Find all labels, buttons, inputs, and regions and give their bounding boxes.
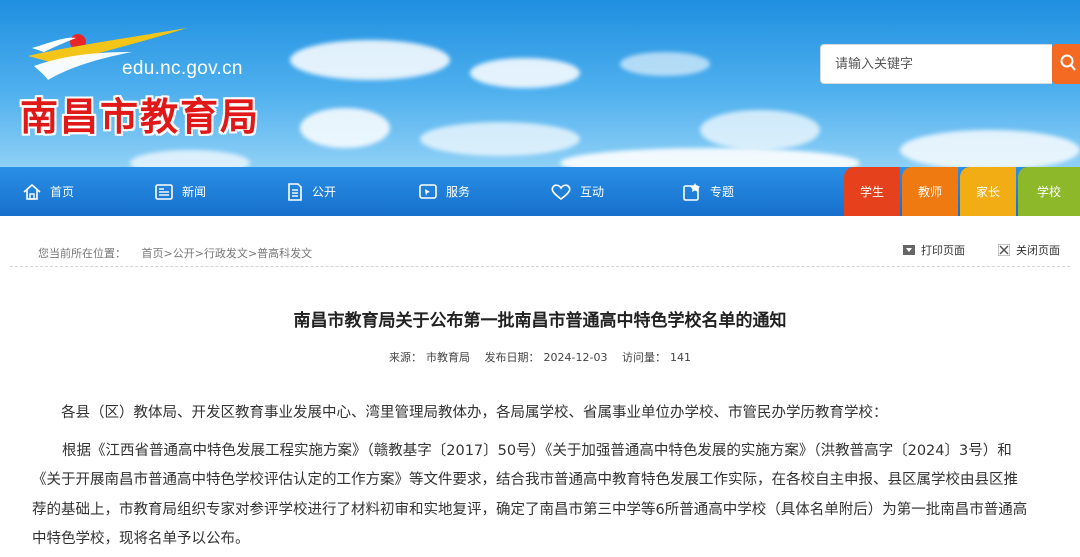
document-icon [288,182,302,201]
search-input[interactable] [820,44,1052,84]
cloud-decoration [130,150,250,167]
print-page-label: 打印页面 [921,244,965,257]
close-page-button[interactable]: 关闭页面 [998,242,1060,258]
breadcrumb: 您当前所在位置： 首页>公开>行政发文>普高科发文 [38,245,312,261]
nav-item-home[interactable]: 首页 [22,167,74,216]
search-button[interactable] [1052,44,1080,84]
source-label: 来源： [389,351,423,364]
article-paragraph: 各县（区）教体局、开发区教育事业发展中心、湾里管理局教体办，各局属学校、省属事业… [61,405,888,421]
cloud-decoration [470,58,580,88]
close-icon [998,244,1010,256]
cloud-decoration [700,110,820,150]
article-paragraph-line: 《关于开展南昌市普通高中特色学校评估认定的工作方案》等文件要求，结合我市普通高中… [32,472,1018,488]
print-icon [903,245,915,255]
header-banner: edu.nc.gov.cn 南昌市教育局 [0,0,1080,167]
logo-site-name[interactable]: 南昌市教育局 [20,86,260,141]
nav-item-label: 公开 [312,185,337,199]
nav-item-open[interactable]: 公开 [286,167,336,216]
heart-icon [551,183,571,200]
breadcrumb-link-highschool-docs[interactable]: 普高科发文 [257,247,312,260]
breadcrumb-link-open[interactable]: 公开 [173,247,195,260]
nav-item-interact[interactable]: 互动 [550,167,604,216]
cloud-decoration [900,130,1080,167]
main-nav: 首页 新闻 公开 服务 互动 专题 学生 教师 家长 学校 [0,167,1080,216]
role-tab-teacher[interactable]: 教师 [902,167,958,216]
topic-icon [683,182,700,201]
nav-item-label: 互动 [580,185,605,199]
close-page-label: 关闭页面 [1016,244,1060,257]
source-value: 市教育局 [426,351,471,364]
article-paragraph-line: 根据《江西省普通高中特色发展工程实施方案》（赣教基字〔2017〕50号）《关于加… [62,443,1012,459]
search-icon [1060,54,1076,71]
cloud-decoration [290,40,450,80]
print-page-button[interactable]: 打印页面 [903,242,965,258]
breadcrumb-separator: > [163,247,173,260]
news-icon [155,183,173,200]
cloud-decoration [560,148,860,167]
views-label: 访问量： [621,351,666,364]
logo-domain-text: edu.nc.gov.cn [122,58,243,79]
logo-swoosh-icon [28,28,187,80]
nav-item-news[interactable]: 新闻 [154,167,206,216]
breadcrumb-link-admin-docs[interactable]: 行政发文 [204,247,248,260]
cloud-decoration [300,108,390,148]
date-value: 2024-12-03 [543,351,608,364]
cloud-decoration [420,122,580,156]
breadcrumb-separator: > [194,247,204,260]
nav-item-label: 服务 [446,185,471,199]
search-box [820,44,1080,84]
article-paragraph-line: 中特色学校，现将名单予以公布。 [32,531,250,547]
nav-item-label: 新闻 [182,185,207,199]
article-meta: 来源： 市教育局 发布日期： 2024-12-03 访问量： 141 [0,349,1080,365]
role-tab-parent[interactable]: 家长 [960,167,1016,216]
breadcrumb-separator: > [247,247,258,260]
breadcrumb-bar: 您当前所在位置： 首页>公开>行政发文>普高科发文 打印页面 关闭页面 [10,236,1070,267]
article-title: 南昌市教育局关于公布第一批南昌市普通高中特色学校名单的通知 [293,311,787,331]
nav-item-service[interactable]: 服务 [418,167,470,216]
nav-item-label: 首页 [50,185,75,199]
nav-item-topic[interactable]: 专题 [682,167,734,216]
nav-item-label: 专题 [710,185,735,199]
breadcrumb-prefix: 您当前所在位置： [38,247,126,260]
views-value: 141 [669,351,691,364]
article-paragraph-line: 荐的基础上，市教育局组织专家对参评学校进行了材料初审和实地复评，确定了南昌市第三… [32,502,1028,518]
breadcrumb-link-home[interactable]: 首页 [142,247,164,260]
cloud-decoration [620,52,710,76]
date-label: 发布日期： [484,351,540,364]
service-icon [419,183,437,199]
role-tab-school[interactable]: 学校 [1018,167,1080,216]
home-icon [23,183,41,200]
role-tab-student[interactable]: 学生 [844,167,900,216]
